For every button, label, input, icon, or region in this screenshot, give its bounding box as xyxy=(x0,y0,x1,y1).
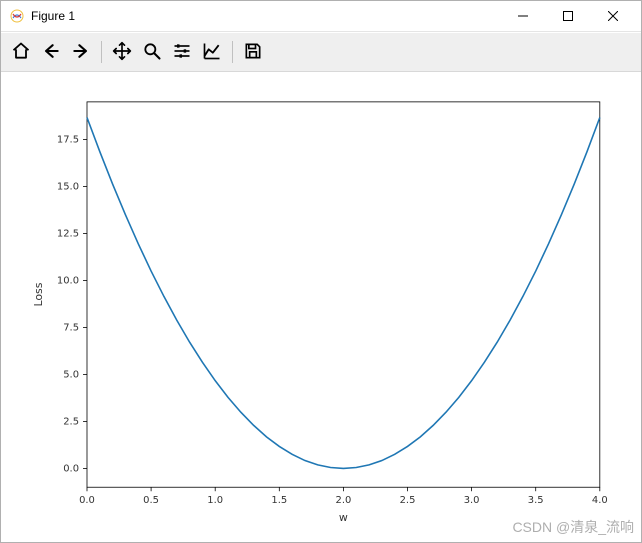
ytick-label: 2.5 xyxy=(63,416,79,427)
xtick-label: 3.5 xyxy=(528,495,544,506)
ytick-label: 5.0 xyxy=(63,369,79,380)
subplots-button[interactable] xyxy=(168,38,196,66)
arrow-right-icon xyxy=(71,41,91,64)
edit-axis-button[interactable] xyxy=(198,38,226,66)
ytick-label: 0.0 xyxy=(63,463,79,474)
figure-window: Figure 1 xyxy=(0,0,642,543)
ytick-label: 10.0 xyxy=(57,275,79,286)
pan-button[interactable] xyxy=(108,38,136,66)
sliders-icon xyxy=(172,41,192,64)
save-icon xyxy=(243,41,263,64)
chart-svg: 0.0 0.5 1.0 1.5 2.0 2.5 3.0 3.5 4.0 0.0 2.5 5.0 7.5 1… xyxy=(1,72,641,542)
series-line xyxy=(87,117,600,468)
ytick-label: 15.0 xyxy=(57,181,79,192)
xtick-label: 1.5 xyxy=(271,495,287,506)
arrow-left-icon xyxy=(41,41,61,64)
xtick-label: 3.0 xyxy=(464,495,480,506)
xtick-label: 0.0 xyxy=(79,495,95,506)
toolbar xyxy=(1,32,641,72)
ytick-label: 7.5 xyxy=(63,322,79,333)
titlebar: Figure 1 xyxy=(1,1,641,32)
ylabel: Loss xyxy=(32,282,45,306)
forward-button[interactable] xyxy=(67,38,95,66)
xtick-label: 1.0 xyxy=(207,495,223,506)
xtick-label: 0.5 xyxy=(143,495,159,506)
xtick-label: 2.5 xyxy=(400,495,416,506)
zoom-button[interactable] xyxy=(138,38,166,66)
maximize-button[interactable] xyxy=(545,1,590,31)
window-title: Figure 1 xyxy=(31,9,75,23)
axes-frame xyxy=(87,102,600,487)
toolbar-separator xyxy=(232,41,233,63)
home-button[interactable] xyxy=(7,38,35,66)
save-button[interactable] xyxy=(239,38,267,66)
figure-canvas[interactable]: 0.0 0.5 1.0 1.5 2.0 2.5 3.0 3.5 4.0 0.0 2.5 5.0 7.5 1… xyxy=(1,72,641,542)
minimize-button[interactable] xyxy=(500,1,545,31)
chart-line-icon xyxy=(202,41,222,64)
move-icon xyxy=(112,41,132,64)
xtick-label: 2.0 xyxy=(335,495,351,506)
magnifier-icon xyxy=(142,41,162,64)
xtick-label: 4.0 xyxy=(592,495,608,506)
app-icon xyxy=(9,8,25,24)
toolbar-separator xyxy=(101,41,102,63)
home-icon xyxy=(11,41,31,64)
back-button[interactable] xyxy=(37,38,65,66)
ytick-label: 17.5 xyxy=(57,134,79,145)
ytick-label: 12.5 xyxy=(57,228,79,239)
xlabel: w xyxy=(339,511,348,524)
close-button[interactable] xyxy=(590,1,635,31)
